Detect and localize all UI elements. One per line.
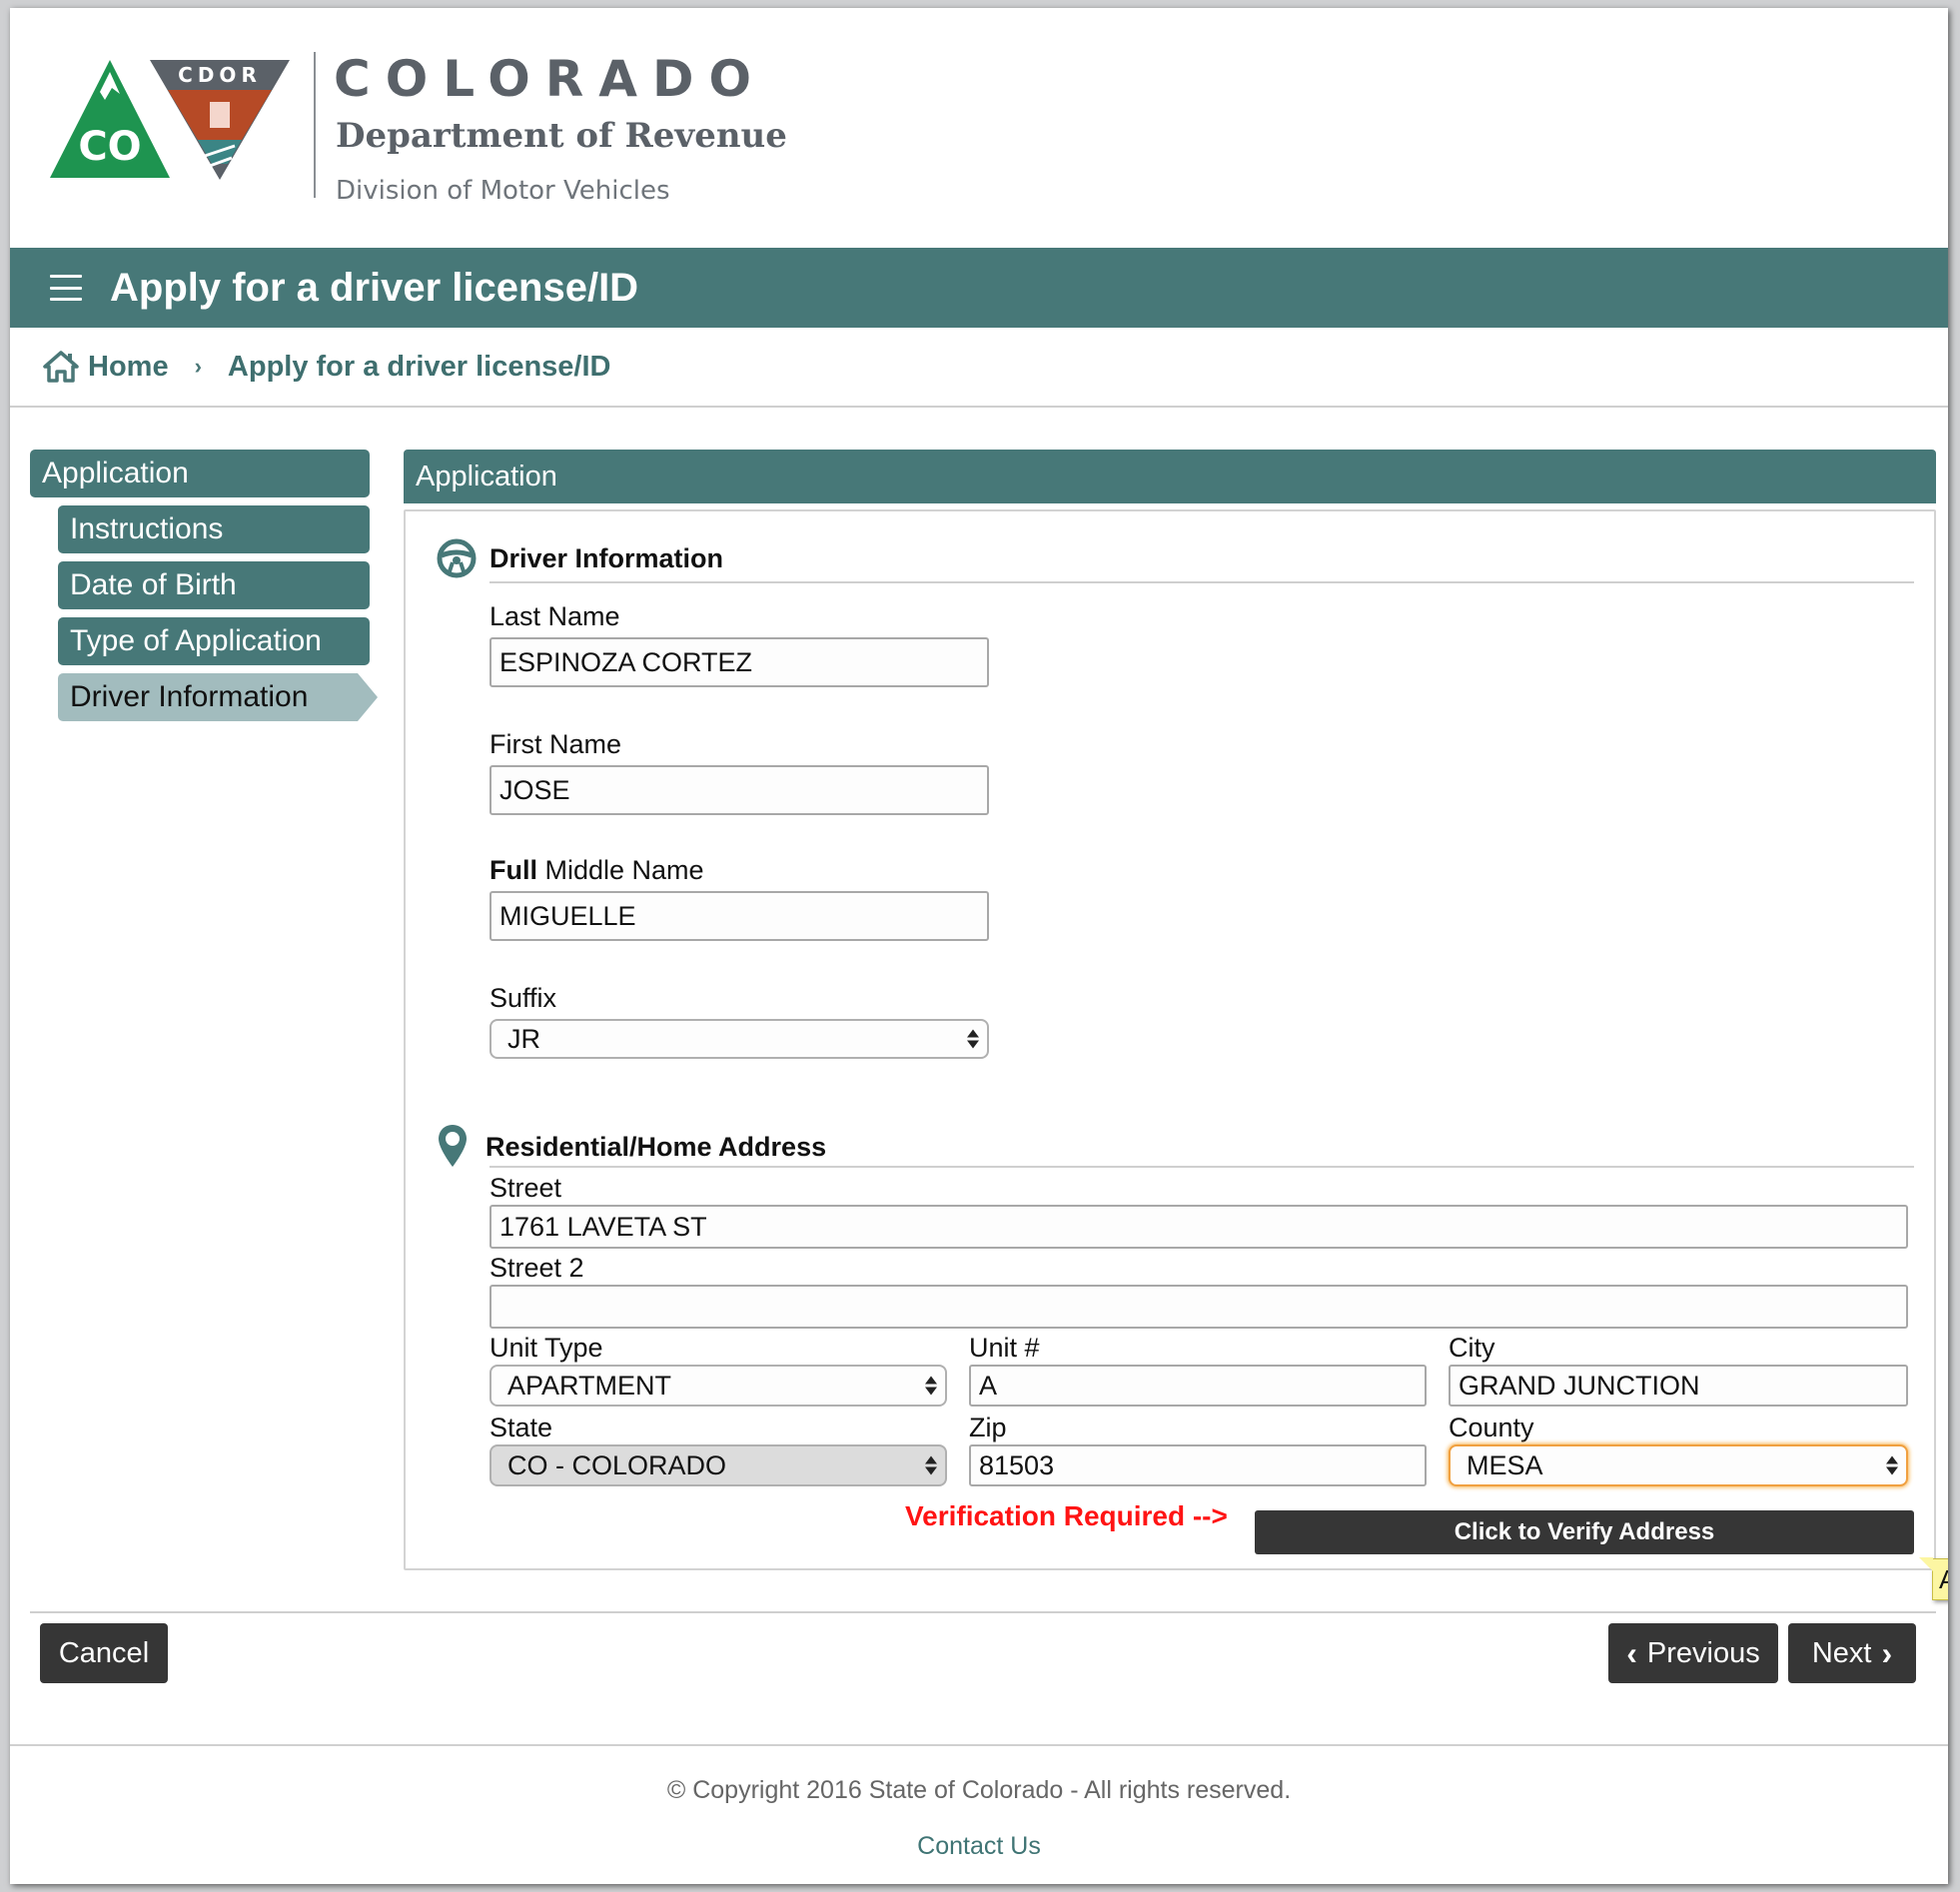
select-arrows-icon xyxy=(925,1376,937,1396)
sidebar-item-date-of-birth[interactable]: Date of Birth xyxy=(58,561,370,609)
first-name-input[interactable]: JOSE xyxy=(490,765,989,815)
sidebar-item-instructions[interactable]: Instructions xyxy=(58,505,370,553)
title-bar: Apply for a driver license/ID xyxy=(10,248,1948,328)
next-button[interactable]: Next › xyxy=(1788,1623,1916,1683)
middle-name-label-bold: Full xyxy=(490,855,537,885)
breadcrumb-current-link[interactable]: Apply for a driver license/ID xyxy=(228,351,611,384)
street2-label: Street 2 xyxy=(490,1253,584,1283)
section-divider xyxy=(490,1166,1914,1168)
last-name-input[interactable]: ESPINOZA CORTEZ xyxy=(490,637,989,687)
verification-required-text: Verification Required --> xyxy=(905,1500,1228,1531)
chevron-left-icon: ‹ xyxy=(1626,1634,1637,1671)
county-label: County xyxy=(1449,1413,1534,1442)
address-title: Residential/Home Address xyxy=(486,1131,827,1162)
breadcrumb: Home › Apply for a driver license/ID xyxy=(10,328,1948,408)
last-name-label: Last Name xyxy=(490,601,620,631)
state-select[interactable]: CO - COLORADO xyxy=(490,1444,947,1486)
panel-title: Application xyxy=(404,450,1936,503)
contact-us-link[interactable]: Contact Us xyxy=(10,1832,1948,1861)
browser-window: CO CDOR COLORADO Department of Revenue D… xyxy=(10,8,1948,1884)
driver-info-title: Driver Information xyxy=(490,542,724,573)
zip-label: Zip xyxy=(969,1413,1007,1442)
home-icon[interactable] xyxy=(42,350,80,384)
building-icon xyxy=(210,102,230,128)
map-pin-icon xyxy=(439,1125,467,1167)
sidebar-item-type-of-application[interactable]: Type of Application xyxy=(58,617,370,665)
city-label: City xyxy=(1449,1333,1495,1363)
chevron-right-icon: › xyxy=(1881,1634,1893,1671)
unit-number-label: Unit # xyxy=(969,1333,1040,1363)
suffix-value: JR xyxy=(507,1023,540,1054)
street-input[interactable]: 1761 LAVETA ST xyxy=(490,1205,1908,1249)
verify-address-button[interactable]: Click to Verify Address xyxy=(1255,1510,1914,1554)
zip-input[interactable]: 81503 xyxy=(969,1444,1427,1486)
unit-type-value: APARTMENT xyxy=(507,1370,672,1401)
unit-type-label: Unit Type xyxy=(490,1333,603,1363)
copyright-text: © Copyright 2016 State of Colorado - All… xyxy=(666,1776,1292,1804)
address-header: Residential/Home Address xyxy=(436,1123,826,1171)
middle-name-label-rest: Middle Name xyxy=(537,855,704,885)
unit-number-input[interactable]: A xyxy=(969,1365,1427,1407)
brand-title: COLORADO xyxy=(334,50,766,108)
select-arrows-icon xyxy=(967,1029,979,1049)
steering-wheel-icon xyxy=(437,538,477,578)
logo-divider xyxy=(314,52,316,198)
breadcrumb-separator-icon: › xyxy=(194,354,202,379)
cancel-label: Cancel xyxy=(58,1636,150,1669)
section-divider xyxy=(490,581,1914,583)
breadcrumb-home-link[interactable]: Home xyxy=(88,351,169,384)
site-header: CO CDOR COLORADO Department of Revenue D… xyxy=(10,8,1948,248)
state-value: CO - COLORADO xyxy=(507,1449,727,1480)
state-label: State xyxy=(490,1413,553,1442)
actions-divider xyxy=(30,1611,1936,1613)
sidebar-item-application[interactable]: Application xyxy=(30,450,370,497)
co-logo-text: CO xyxy=(78,124,141,170)
county-value: MESA xyxy=(1467,1449,1543,1480)
footer-divider xyxy=(10,1744,1948,1746)
street-label: Street xyxy=(490,1173,562,1203)
middle-name-input[interactable]: MIGUELLE xyxy=(490,891,989,941)
street2-input[interactable] xyxy=(490,1285,1908,1329)
suffix-label: Suffix xyxy=(490,983,557,1013)
panel-body: Driver Information Last Name ESPINOZA CO… xyxy=(404,509,1948,1600)
first-name-label: First Name xyxy=(490,729,622,759)
select-arrows-icon xyxy=(925,1455,937,1475)
cancel-button[interactable]: Cancel xyxy=(40,1623,168,1683)
next-label: Next xyxy=(1811,1636,1872,1669)
brand-division: Division of Motor Vehicles xyxy=(336,176,670,206)
middle-name-label: Full Middle Name xyxy=(490,855,704,886)
previous-label: Previous xyxy=(1646,1636,1760,1669)
page-title: Apply for a driver license/ID xyxy=(110,265,639,310)
hamburger-menu-icon[interactable] xyxy=(50,275,82,301)
unit-type-select[interactable]: APARTMENT xyxy=(490,1365,947,1407)
cdor-logo-text: CDOR xyxy=(178,63,262,87)
application-panel: Application Driver Information Last Name… xyxy=(404,450,1948,1600)
previous-button[interactable]: ‹ Previous xyxy=(1608,1623,1778,1683)
tooltip: Ad xyxy=(1919,1557,1948,1600)
step-sidebar: Application Instructions Date of Birth T… xyxy=(30,450,405,721)
select-arrows-icon xyxy=(1886,1455,1898,1475)
sidebar-item-driver-information[interactable]: Driver Information xyxy=(58,673,378,721)
brand-subtitle: Department of Revenue xyxy=(336,116,787,156)
city-input[interactable]: GRAND JUNCTION xyxy=(1449,1365,1908,1407)
cdor-logo[interactable]: CO CDOR xyxy=(50,48,310,198)
driver-info-header: Driver Information xyxy=(436,537,723,579)
suffix-select[interactable]: JR xyxy=(490,1019,989,1059)
county-select[interactable]: MESA xyxy=(1449,1444,1908,1486)
